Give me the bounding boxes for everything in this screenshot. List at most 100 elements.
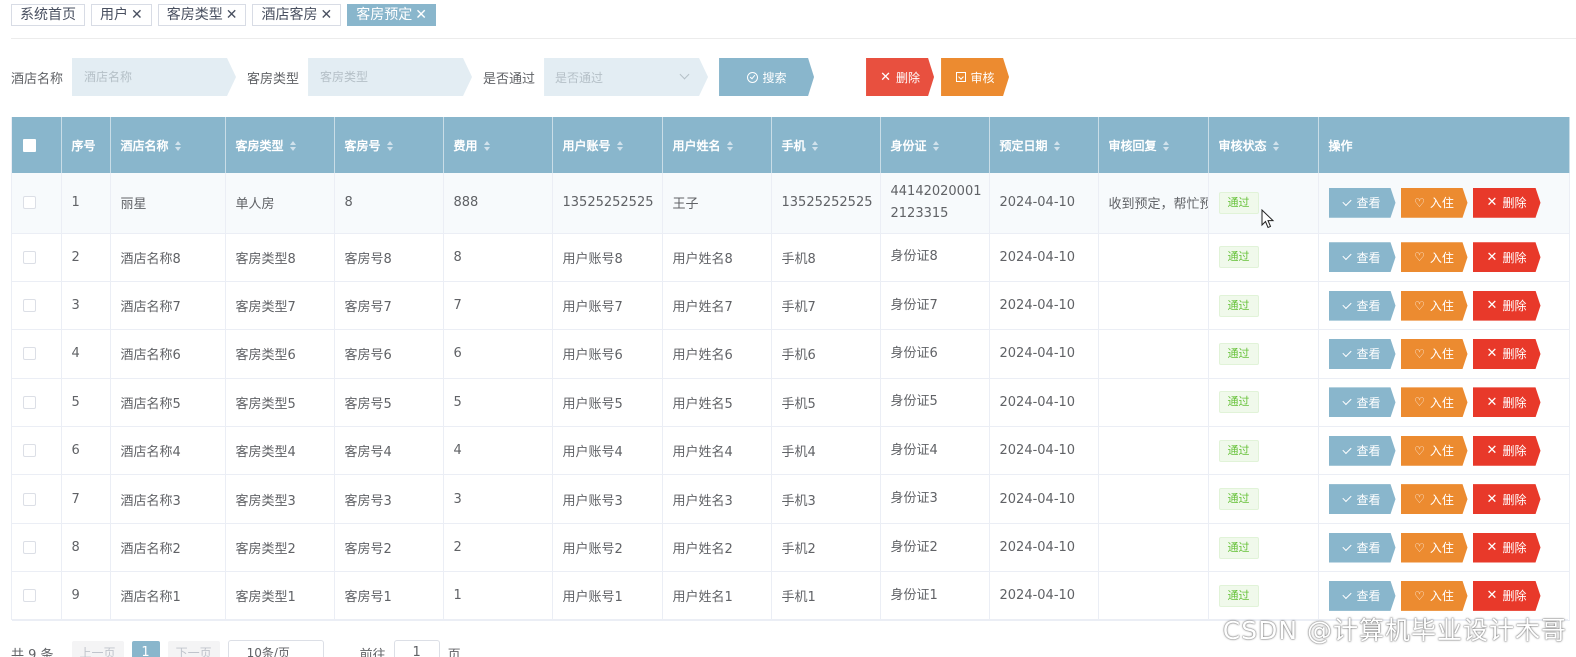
col-header-sortable[interactable]: 手机 — [771, 117, 881, 173]
close-icon[interactable]: ✕ — [131, 5, 143, 25]
close-icon[interactable]: ✕ — [415, 5, 427, 25]
page-size-select[interactable]: 10条/页 — [227, 640, 324, 657]
tab-users[interactable]: 用户 ✕ — [91, 4, 152, 26]
audit-button[interactable]: 审核 — [941, 58, 1009, 96]
checkin-button[interactable]: ♡ 入住 — [1401, 387, 1468, 417]
delete-button[interactable]: ✕ 删除 — [1473, 484, 1541, 514]
row-actions: 查看 ♡ 入住 ✕ 删除 — [1329, 436, 1569, 466]
table-row[interactable]: 1 丽星 单人房 8 888 13525252525 王子 13525252525 441420… — [12, 173, 1570, 234]
cell-roomtype: 客房类型1 — [225, 571, 335, 621]
select-all-checkbox[interactable] — [23, 139, 36, 152]
hotel-name-input[interactable] — [72, 58, 236, 96]
row-checkbox[interactable] — [23, 299, 36, 313]
room-type-input[interactable] — [308, 58, 472, 96]
sort-icon[interactable] — [811, 141, 818, 151]
tab-room-type[interactable]: 客房类型 ✕ — [157, 4, 247, 26]
sort-icon[interactable] — [1053, 141, 1060, 151]
table-row[interactable]: 8 酒店名称2 客房类型2 客房号2 2 用户账号2 用户姓名2 手机2 身份证2 2024-04… — [12, 523, 1570, 573]
row-checkbox[interactable] — [23, 196, 36, 210]
sort-icon[interactable] — [483, 141, 490, 151]
col-header-sortable[interactable]: 客房类型 — [225, 117, 335, 173]
next-page-button[interactable]: 下一页 — [167, 641, 220, 657]
view-button-label: 查看 — [1356, 347, 1381, 362]
row-checkbox[interactable] — [23, 395, 36, 409]
col-header-sortable[interactable]: 客房号 — [334, 117, 444, 173]
view-button[interactable]: 查看 — [1329, 188, 1396, 218]
checkin-button[interactable]: ♡ 入住 — [1401, 484, 1468, 514]
prev-page-button[interactable]: 上一页 — [71, 641, 124, 657]
checkin-button[interactable]: ♡ 入住 — [1401, 242, 1468, 272]
page-number-current[interactable]: 1 — [131, 641, 160, 657]
view-button[interactable]: 查看 — [1329, 533, 1396, 563]
hotel-name-label: 酒店名称 — [11, 71, 64, 87]
row-checkbox[interactable] — [23, 250, 36, 264]
sort-icon[interactable] — [1162, 141, 1169, 151]
cell-name: 用户姓名7 — [662, 281, 772, 331]
pass-status-select[interactable]: 是否通过 — [544, 58, 708, 96]
view-button[interactable]: 查看 — [1329, 339, 1396, 369]
checkin-button[interactable]: ♡ 入住 — [1401, 291, 1468, 321]
row-actions: 查看 ♡ 入住 ✕ 删除 — [1329, 533, 1569, 563]
cell-idcard: 身份证8 — [880, 233, 990, 282]
col-header-sortable[interactable]: 审核回复 — [1098, 117, 1209, 173]
sort-icon[interactable] — [726, 141, 733, 151]
delete-button[interactable]: ✕ 删除 — [1473, 339, 1541, 369]
close-icon[interactable]: ✕ — [320, 5, 332, 25]
view-button[interactable]: 查看 — [1329, 291, 1396, 321]
close-icon: ✕ — [1486, 491, 1498, 507]
checkin-button[interactable]: ♡ 入住 — [1401, 436, 1468, 466]
col-header-sortable[interactable]: 预定日期 — [989, 117, 1099, 173]
sort-icon[interactable] — [386, 141, 393, 151]
checkin-button[interactable]: ♡ 入住 — [1401, 339, 1468, 369]
tab-home[interactable]: 系统首页 — [11, 4, 85, 26]
col-header-sortable[interactable]: 酒店名称 — [110, 117, 226, 173]
view-button-label: 查看 — [1356, 541, 1381, 556]
row-checkbox[interactable] — [23, 541, 36, 555]
table-row[interactable]: 7 酒店名称3 客房类型3 客房号3 3 用户账号3 用户姓名3 手机3 身份证3 2024-04… — [12, 474, 1570, 524]
sort-icon[interactable] — [174, 141, 181, 151]
checkin-button[interactable]: ♡ 入住 — [1401, 581, 1468, 611]
delete-button[interactable]: ✕ 删除 — [1473, 242, 1541, 272]
table-row[interactable]: 5 酒店名称5 客房类型5 客房号5 5 用户账号5 用户姓名5 手机5 身份证5 2024-04… — [12, 378, 1570, 428]
row-checkbox[interactable] — [23, 347, 36, 361]
close-icon[interactable]: ✕ — [226, 5, 238, 25]
checkin-button[interactable]: ♡ 入住 — [1401, 188, 1468, 218]
col-header-sortable[interactable]: 用户姓名 — [662, 117, 772, 173]
batch-delete-button[interactable]: ✕ 删除 — [866, 58, 934, 96]
status-badge: 通过 — [1218, 294, 1259, 317]
delete-button[interactable]: ✕ 删除 — [1473, 387, 1541, 417]
search-button[interactable]: 搜索 — [719, 58, 814, 96]
tab-room-booking[interactable]: 客房预定 ✕ — [347, 4, 436, 26]
goto-page-input[interactable]: 1 — [393, 640, 440, 657]
view-button[interactable]: 查看 — [1329, 484, 1396, 514]
sort-icon[interactable] — [616, 141, 623, 151]
cell-roomno: 客房号4 — [334, 426, 444, 476]
table-row[interactable]: 3 酒店名称7 客房类型7 客房号7 7 用户账号7 用户姓名7 手机7 身份证7 2024-04… — [12, 281, 1570, 331]
cell-account: 用户账号2 — [552, 523, 663, 573]
delete-button[interactable]: ✕ 删除 — [1473, 436, 1541, 466]
col-header-sortable[interactable]: 审核状态 — [1208, 117, 1319, 173]
table-row[interactable]: 4 酒店名称6 客房类型6 客房号6 6 用户账号6 用户姓名6 手机6 身份证6 2024-04… — [12, 329, 1570, 379]
view-button[interactable]: 查看 — [1329, 581, 1396, 611]
checkin-button-label: 入住 — [1429, 589, 1454, 604]
view-button[interactable]: 查看 — [1329, 436, 1396, 466]
sort-icon[interactable] — [289, 141, 296, 151]
col-header-sortable[interactable]: 用户账号 — [552, 117, 663, 173]
table-row[interactable]: 6 酒店名称4 客房类型4 客房号4 4 用户账号4 用户姓名4 手机4 身份证4 2024-04… — [12, 426, 1570, 476]
sort-icon[interactable] — [1272, 141, 1279, 151]
row-checkbox[interactable] — [23, 589, 36, 603]
tab-hotel-rooms[interactable]: 酒店客房 ✕ — [252, 4, 342, 26]
delete-button[interactable]: ✕ 删除 — [1473, 533, 1541, 563]
delete-button[interactable]: ✕ 删除 — [1473, 291, 1541, 321]
delete-button[interactable]: ✕ 删除 — [1473, 581, 1541, 611]
col-header-sortable[interactable]: 身份证 — [880, 117, 990, 173]
view-button[interactable]: 查看 — [1329, 387, 1396, 417]
view-button[interactable]: 查看 — [1329, 242, 1396, 272]
delete-button[interactable]: ✕ 删除 — [1473, 188, 1541, 218]
table-row[interactable]: 2 酒店名称8 客房类型8 客房号8 8 用户账号8 用户姓名8 手机8 身份证8 2024-04… — [12, 233, 1570, 282]
col-header-sortable[interactable]: 费用 — [443, 117, 553, 173]
checkin-button[interactable]: ♡ 入住 — [1401, 533, 1468, 563]
sort-icon[interactable] — [932, 141, 939, 151]
row-checkbox[interactable] — [23, 444, 36, 458]
row-checkbox[interactable] — [23, 492, 36, 506]
